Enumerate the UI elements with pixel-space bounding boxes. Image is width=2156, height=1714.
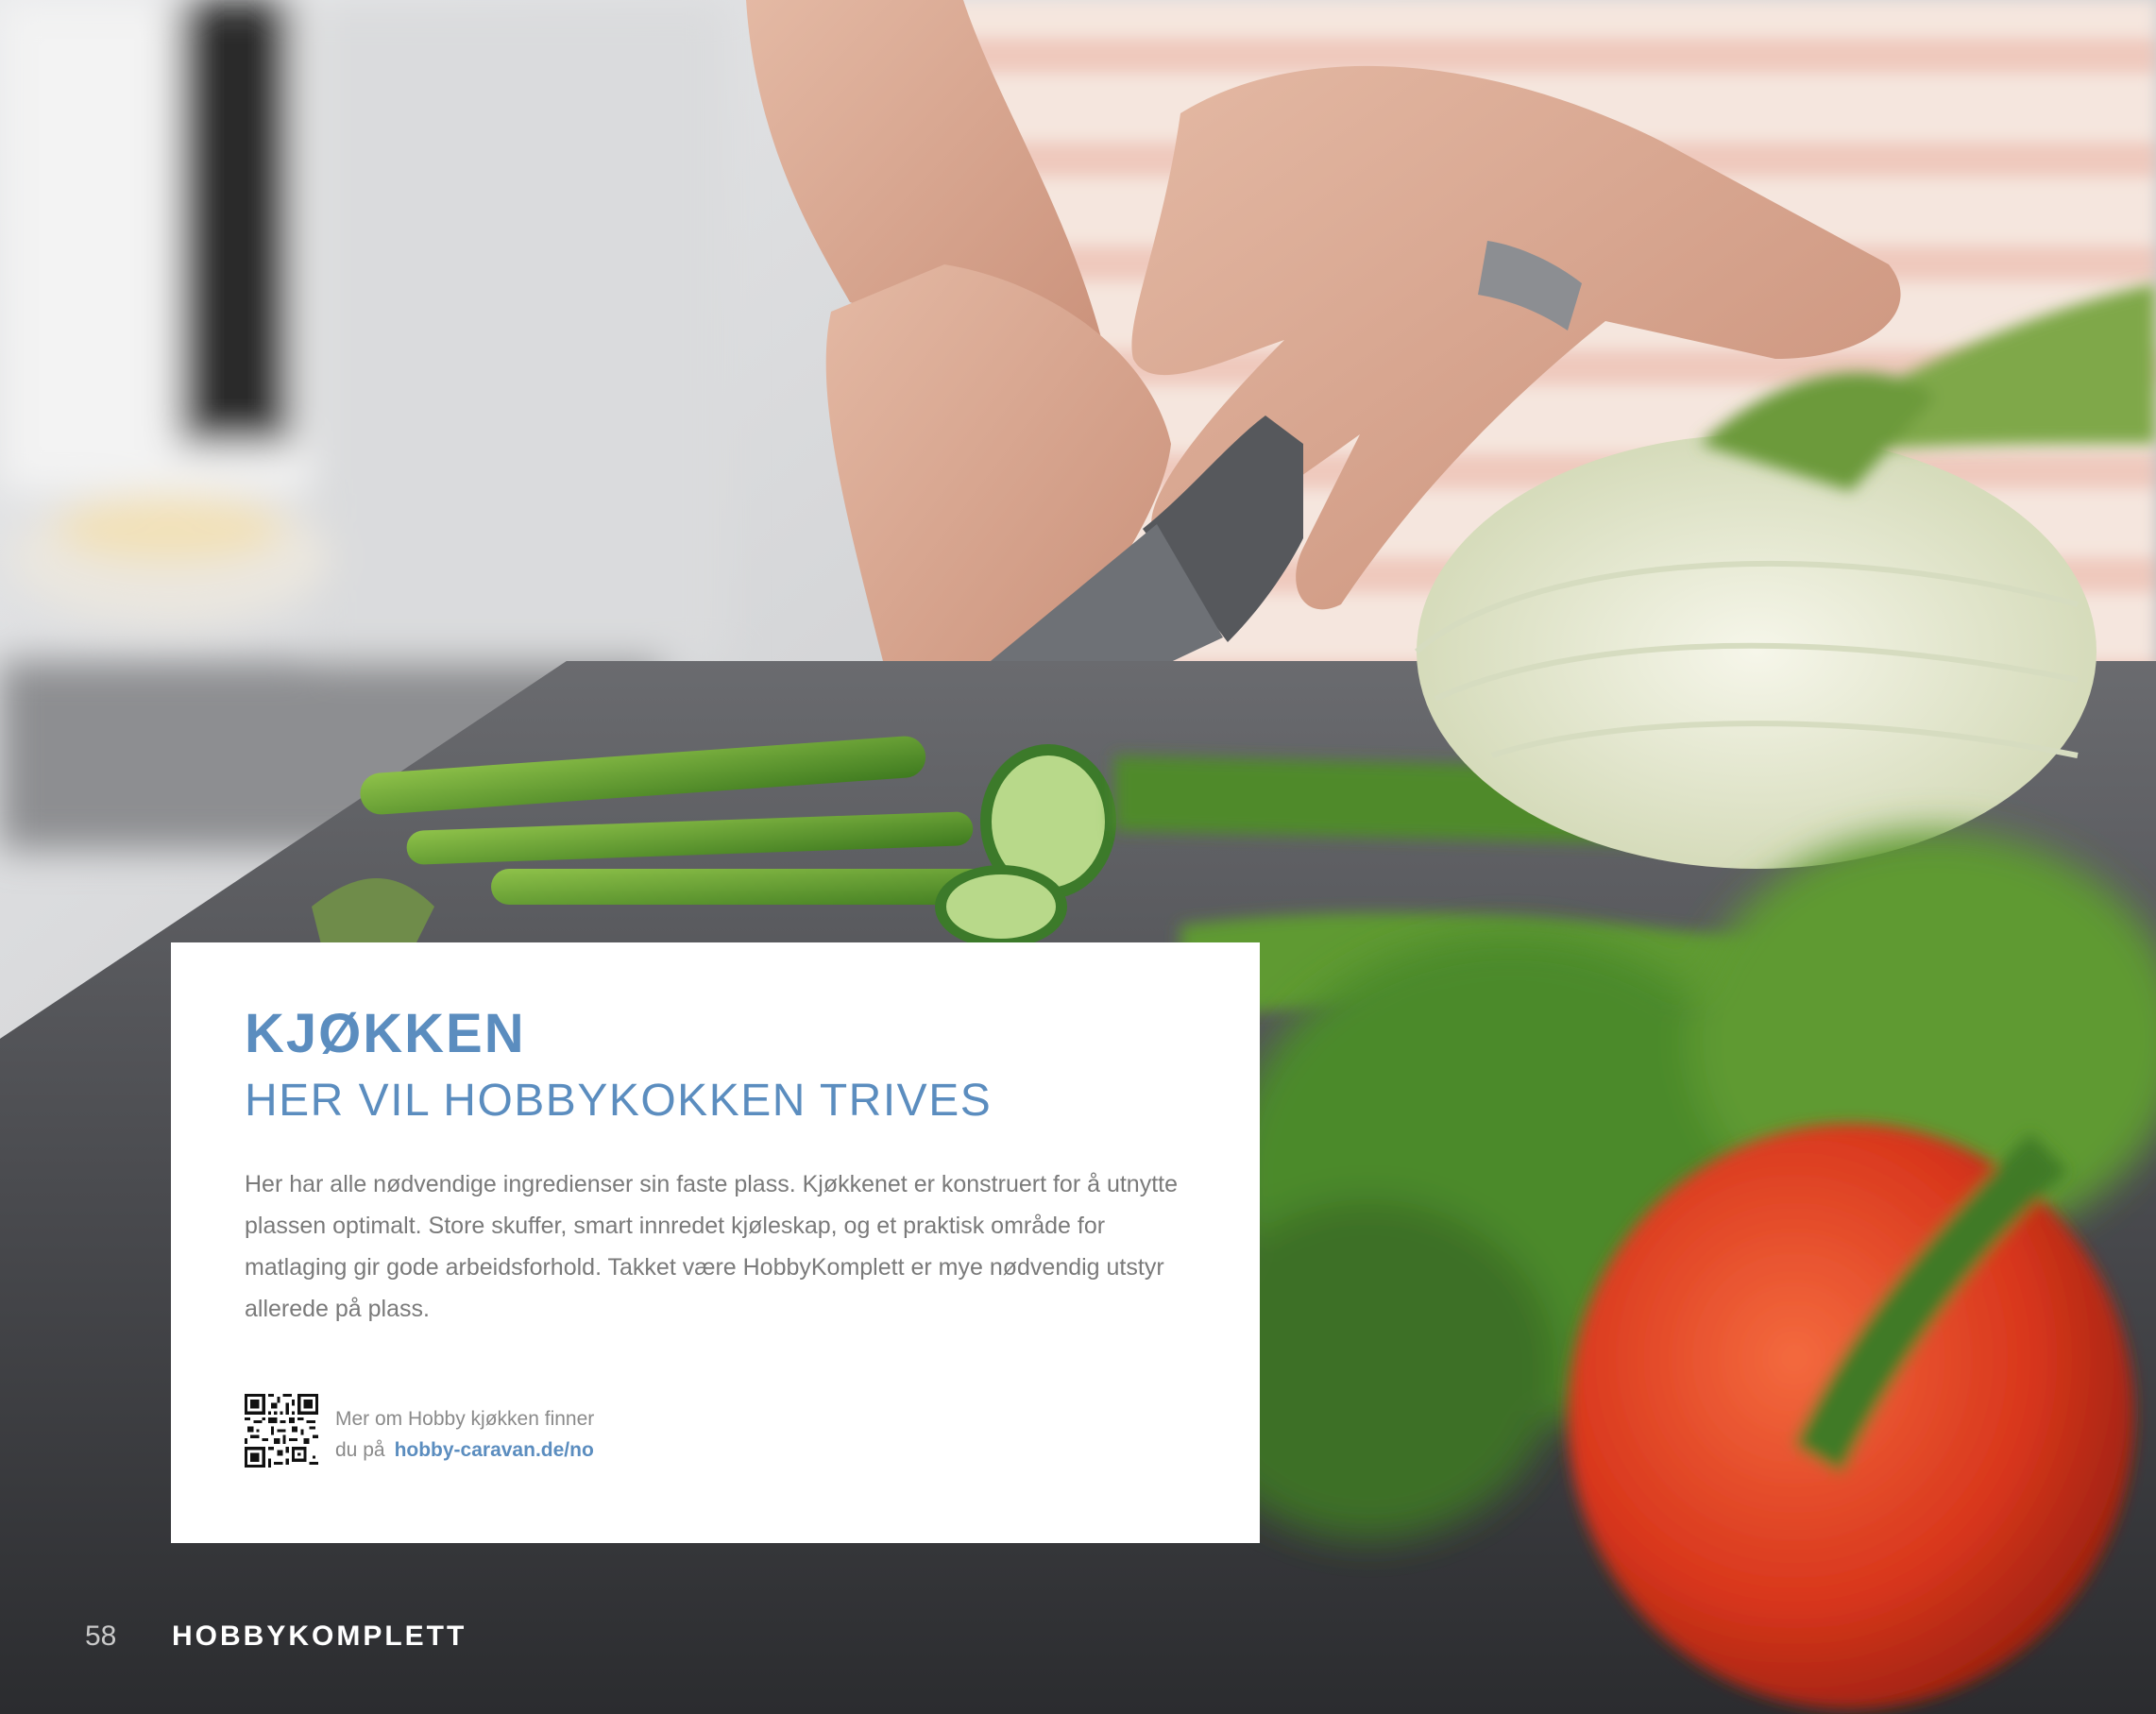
page-number: 58: [85, 1621, 117, 1652]
qr-code-icon: [245, 1394, 318, 1468]
qr-caption-line-1: Mer om Hobby kjøkken finner: [335, 1408, 595, 1430]
publication-section-name: HOBBYKOMPLETT: [172, 1621, 467, 1652]
brochure-page: KJØKKEN HER VIL HOBBYKOKKEN TRIVES Her h…: [0, 0, 2156, 1714]
qr-caption-prefix: du på: [335, 1439, 385, 1461]
body-paragraph: Her har alle nødvendige ingredienser sin…: [245, 1171, 1179, 1322]
info-card: KJØKKEN HER VIL HOBBYKOKKEN TRIVES Her h…: [171, 942, 1260, 1543]
qr-caption: Mer om Hobby kjøkken finner du på hobby-c…: [335, 1403, 594, 1466]
section-title: KJØKKEN: [245, 1003, 526, 1064]
website-link[interactable]: hobby-caravan.de/no: [395, 1439, 594, 1461]
qr-caption-line-2: du på hobby-caravan.de/no: [335, 1434, 594, 1466]
section-subtitle: HER VIL HOBBYKOKKEN TRIVES: [245, 1076, 993, 1126]
